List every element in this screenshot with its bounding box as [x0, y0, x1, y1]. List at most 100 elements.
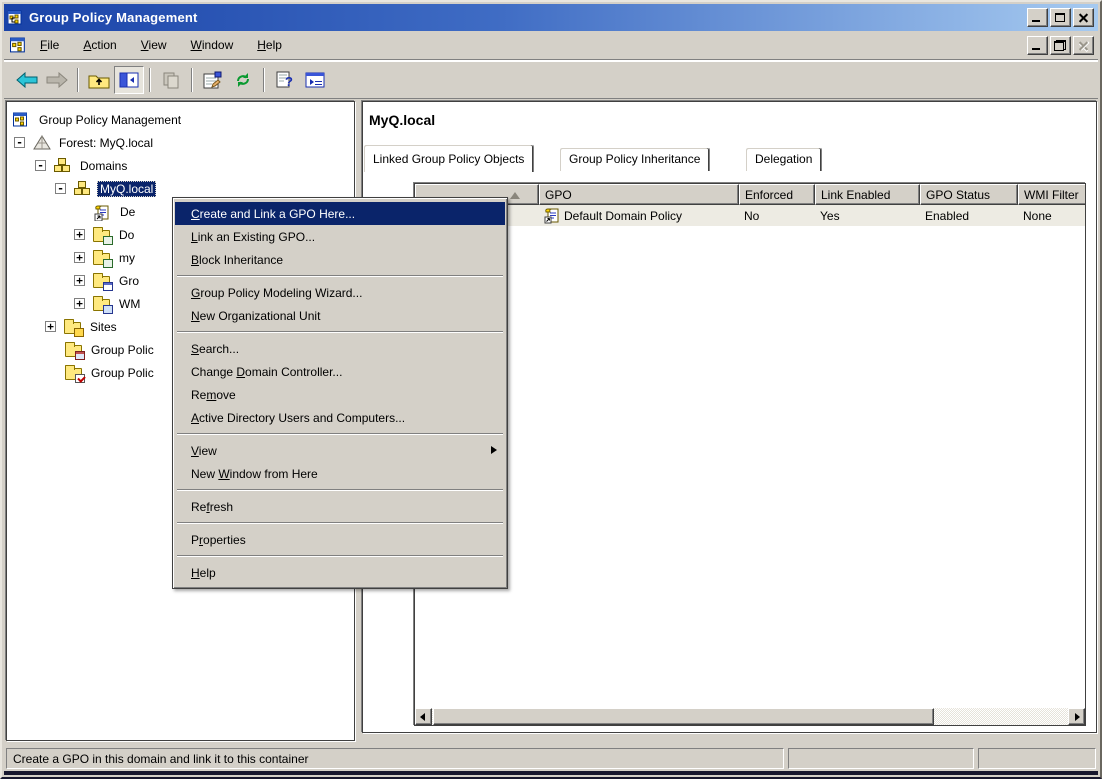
domains-icon	[54, 158, 72, 174]
modeling-folder-icon	[65, 342, 83, 358]
wmi-filter-value: None	[1018, 209, 1086, 223]
mdi-close-button	[1073, 36, 1094, 55]
mdi-restore-button[interactable]	[1050, 36, 1071, 55]
menu-item-view[interactable]: View	[175, 439, 505, 462]
menu-item-help[interactable]: Help	[175, 561, 505, 584]
domain-icon	[74, 181, 92, 197]
properties-icon[interactable]	[198, 66, 228, 94]
tree-expand-icon[interactable]: +	[74, 275, 85, 286]
tab-delegation[interactable]: Delegation	[745, 147, 822, 171]
tree-item-label: Forest: MyQ.local	[56, 135, 156, 151]
tree-item-label: my	[116, 250, 138, 266]
tree-item-label: WM	[116, 296, 143, 312]
list-header: GPO Enforced Link Enabled GPO Status WMI…	[415, 184, 1086, 205]
menu-bar: File Action View Window Help	[4, 31, 1098, 60]
submenu-arrow-icon	[491, 446, 497, 454]
refresh-icon[interactable]	[228, 66, 258, 94]
gpo-status-value: Enabled	[920, 209, 1018, 223]
gpo-icon	[544, 208, 560, 224]
sites-folder-icon	[64, 319, 82, 335]
tree-item-label: Sites	[87, 319, 120, 335]
page-title: MyQ.local	[369, 112, 435, 128]
menu-item-new-organizational-unit[interactable]: New Organizational Unit	[175, 304, 505, 327]
tree-item-label: MyQ.local	[97, 181, 156, 197]
horizontal-scrollbar[interactable]	[415, 708, 1085, 725]
menu-item-new-window-from-here[interactable]: New Window from Here	[175, 462, 505, 485]
mdi-minimize-button[interactable]	[1027, 36, 1048, 55]
gpo-name: Default Domain Policy	[564, 209, 682, 223]
column-header-gpo-status[interactable]: GPO Status	[920, 184, 1018, 205]
tree-expand-icon[interactable]: +	[74, 252, 85, 263]
tree-collapse-icon[interactable]: -	[55, 183, 66, 194]
sort-ascending-icon	[510, 192, 520, 199]
tree-item-forest[interactable]: - Forest: MyQ.local	[7, 131, 354, 154]
tree-item-label: Do	[116, 227, 137, 243]
menu-help[interactable]: Help	[249, 34, 290, 56]
scroll-left-icon[interactable]	[415, 708, 432, 725]
menu-item-properties[interactable]: Properties	[175, 528, 505, 551]
tree-item-label: Gro	[116, 273, 142, 289]
tab-linked-group-policy-objects[interactable]: Linked Group Policy Objects	[363, 144, 534, 172]
tree-collapse-icon[interactable]: -	[14, 137, 25, 148]
menu-file[interactable]: File	[32, 34, 67, 56]
wmi-folder-icon	[93, 296, 111, 312]
column-header-link-enabled[interactable]: Link Enabled	[815, 184, 920, 205]
help-icon[interactable]: ?	[270, 66, 300, 94]
minimize-button[interactable]	[1027, 8, 1048, 27]
toolbar: ?	[4, 61, 1098, 99]
close-button[interactable]	[1073, 8, 1094, 27]
menu-item-change-domain-controller[interactable]: Change Domain Controller...	[175, 360, 505, 383]
maximize-button[interactable]	[1050, 8, 1071, 27]
forest-icon	[33, 135, 51, 151]
tree-item-domains[interactable]: - Domains	[7, 154, 354, 177]
menu-action[interactable]: Action	[75, 34, 124, 56]
menu-item-block-inheritance[interactable]: Block Inheritance	[175, 248, 505, 271]
tab-group-policy-inheritance[interactable]: Group Policy Inheritance	[559, 147, 710, 171]
window-bottom-border	[4, 771, 1098, 775]
scrollbar-thumb[interactable]	[433, 708, 934, 725]
tree-item-label: De	[117, 204, 138, 220]
app-window: Group Policy Management File Action View…	[0, 0, 1102, 779]
column-header-wmi-filter[interactable]: WMI Filter	[1018, 184, 1086, 205]
context-menu: Create and Link a GPO Here... Link an Ex…	[172, 197, 508, 589]
ou-folder-icon	[93, 250, 111, 266]
column-header-gpo[interactable]: GPO	[539, 184, 739, 205]
menu-separator	[177, 522, 503, 524]
tree-item-label: Group Polic	[88, 365, 157, 381]
show-hide-console-tree-icon[interactable]	[114, 66, 144, 94]
menu-item-create-and-link-gpo[interactable]: Create and Link a GPO Here...	[175, 202, 505, 225]
column-header-enforced[interactable]: Enforced	[739, 184, 815, 205]
menu-separator	[177, 331, 503, 333]
tree-expand-icon[interactable]: +	[45, 321, 56, 332]
status-text: Create a GPO in this domain and link it …	[6, 748, 784, 769]
tree-collapse-icon[interactable]: -	[35, 160, 46, 171]
forward-icon	[42, 66, 72, 94]
console-window-icon[interactable]	[10, 37, 28, 54]
menu-item-group-policy-modeling-wizard[interactable]: Group Policy Modeling Wizard...	[175, 281, 505, 304]
menu-item-refresh[interactable]: Refresh	[175, 495, 505, 518]
menu-separator	[177, 275, 503, 277]
title-bar: Group Policy Management	[4, 4, 1098, 31]
enforced-value: No	[739, 209, 815, 223]
menu-view[interactable]: View	[133, 34, 175, 56]
export-list-icon[interactable]	[300, 66, 330, 94]
status-panel-3	[978, 748, 1096, 769]
up-one-level-icon[interactable]	[84, 66, 114, 94]
tree-item-label: Group Policy Management	[36, 112, 184, 128]
table-row[interactable]: Default Domain Policy No Yes Enabled Non…	[415, 205, 1086, 226]
results-folder-icon	[65, 365, 83, 381]
menu-item-link-existing-gpo[interactable]: Link an Existing GPO...	[175, 225, 505, 248]
menu-item-search[interactable]: Search...	[175, 337, 505, 360]
menu-item-remove[interactable]: Remove	[175, 383, 505, 406]
back-icon[interactable]	[12, 66, 42, 94]
tree-expand-icon[interactable]: +	[74, 229, 85, 240]
menu-item-active-directory-users-and-computers[interactable]: Active Directory Users and Computers...	[175, 406, 505, 429]
console-icon	[13, 112, 31, 128]
menu-window[interactable]: Window	[183, 34, 242, 56]
tree-expand-icon[interactable]: +	[74, 298, 85, 309]
scroll-right-icon[interactable]	[1068, 708, 1085, 725]
gpo-folder-icon	[93, 273, 111, 289]
linked-gpo-list: GPO Enforced Link Enabled GPO Status WMI…	[414, 183, 1086, 726]
tree-item-group-policy-management[interactable]: Group Policy Management	[7, 108, 354, 131]
status-bar: Create a GPO in this domain and link it …	[4, 745, 1098, 771]
